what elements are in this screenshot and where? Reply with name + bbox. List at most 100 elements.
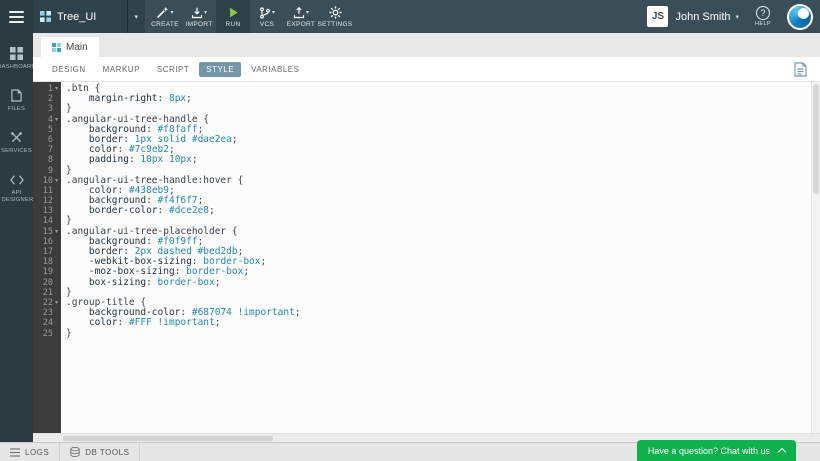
line-number: 23 <box>43 308 53 318</box>
dashboard-grid-icon <box>10 47 23 60</box>
tab-main[interactable]: Main <box>41 37 99 57</box>
code-line: margin-right: 8px; <box>66 94 820 104</box>
fold-marker-icon[interactable]: ▾ <box>53 84 60 94</box>
line-number: 10 <box>43 176 53 186</box>
settings-button[interactable]: SETTINGS <box>318 0 352 33</box>
line-number: 18 <box>43 257 53 267</box>
run-button[interactable]: RUN <box>216 0 250 33</box>
line-number: 15 <box>43 227 53 237</box>
line-number: 17 <box>43 247 53 257</box>
tab-script[interactable]: SCRIPT <box>150 62 196 77</box>
code-line: border: 1px solid #dae2ea; <box>66 135 820 145</box>
db-tools-button[interactable]: DB TOOLS <box>60 443 140 461</box>
tab-variables[interactable]: VARIABLES <box>244 62 306 77</box>
brand-logo[interactable] <box>787 4 813 30</box>
page-tab-strip: Main <box>33 33 820 57</box>
play-icon <box>228 7 239 18</box>
gutter-line: 4▾ <box>33 115 61 125</box>
gutter-line: 5 <box>33 125 61 135</box>
user-name[interactable]: John Smith <box>675 11 730 23</box>
chevron-down-icon: ▾ <box>127 0 138 33</box>
vcs-button[interactable]: ▾ VCS <box>250 0 284 33</box>
create-button[interactable]: ▾ CREATE <box>148 0 182 33</box>
top-bar: Tree_UI ▾ ▾ CREATE ▾ <box>0 0 820 33</box>
chevron-down-icon: ▾ <box>204 9 207 16</box>
code-line: padding: 10px 10px; <box>66 155 820 165</box>
file-icon <box>11 89 22 102</box>
line-number: 9 <box>48 166 53 176</box>
gutter-line: 15▾ <box>33 227 61 237</box>
topbar-menu: ▾ CREATE ▾ IMPORT RUN <box>148 0 352 33</box>
app-window: Tree_UI ▾ ▾ CREATE ▾ <box>0 0 820 461</box>
gutter-line: 21 <box>33 288 61 298</box>
line-number: 6 <box>48 135 53 145</box>
gutter-line: 8 <box>33 155 61 165</box>
gutter-line: 11 <box>33 186 61 196</box>
project-icon <box>40 11 51 22</box>
code-line: } <box>66 329 820 339</box>
upload-icon <box>293 7 305 19</box>
database-icon <box>70 447 80 457</box>
gutter-line: 16 <box>33 237 61 247</box>
gutter-line: 2 <box>33 94 61 104</box>
import-button[interactable]: ▾ IMPORT <box>182 0 216 33</box>
line-number: 13 <box>43 206 53 216</box>
code-line: } <box>66 288 820 298</box>
gutter-line: 13 <box>33 206 61 216</box>
document-icon <box>794 62 807 77</box>
chevron-down-icon: ▾ <box>272 9 275 16</box>
gutter-line: 7 <box>33 145 61 155</box>
line-number: 5 <box>48 125 53 135</box>
horizontal-scrollbar-thumb[interactable] <box>63 436 273 441</box>
sidebar-item-dashboard[interactable]: DASHBOARD <box>0 45 33 73</box>
chevron-up-icon <box>778 448 786 456</box>
main-content: Main DESIGN MARKUP SCRIPT STYLE VARIABLE… <box>33 33 820 442</box>
left-sidebar: DASHBOARD FILES SERVICES API DESIGNER <box>0 33 33 442</box>
wand-icon <box>156 6 169 19</box>
question-mark-icon: ? <box>756 6 770 20</box>
fold-marker-icon[interactable]: ▾ <box>53 115 60 125</box>
line-number: 14 <box>43 216 53 226</box>
logs-button[interactable]: LOGS <box>0 443 60 461</box>
hamburger-menu-button[interactable] <box>0 0 33 33</box>
gutter-line: 25 <box>33 329 61 339</box>
gutter-line: 22▾ <box>33 298 61 308</box>
tab-markup[interactable]: MARKUP <box>96 62 147 77</box>
editor-code-lines[interactable]: .btn { margin-right: 8px;}.angular-ui-tr… <box>61 82 820 442</box>
gutter-line: 10▾ <box>33 176 61 186</box>
page-icon <box>52 43 61 52</box>
fold-marker-icon[interactable]: ▾ <box>53 176 60 186</box>
vertical-scrollbar[interactable] <box>811 82 820 433</box>
fold-marker-icon[interactable]: ▾ <box>53 227 60 237</box>
tab-design[interactable]: DESIGN <box>45 62 93 77</box>
user-avatar[interactable]: JS <box>647 6 668 27</box>
line-number: 8 <box>48 155 53 165</box>
line-number: 20 <box>43 278 53 288</box>
line-number: 21 <box>43 288 53 298</box>
sidebar-item-services[interactable]: SERVICES <box>0 129 33 157</box>
tab-style[interactable]: STYLE <box>199 62 241 77</box>
gutter-line: 6 <box>33 135 61 145</box>
gutter-line: 9 <box>33 166 61 176</box>
gutter-line: 18 <box>33 257 61 267</box>
list-lines-icon <box>10 448 20 457</box>
gutter-line: 12 <box>33 196 61 206</box>
line-number: 22 <box>43 298 53 308</box>
user-menu-chevron-down-icon[interactable]: ▾ <box>736 13 740 21</box>
format-document-button[interactable] <box>794 62 807 77</box>
line-number: 3 <box>48 104 53 114</box>
line-number: 7 <box>48 145 53 155</box>
line-number: 2 <box>48 94 53 104</box>
project-selector[interactable]: Tree_UI ▾ <box>33 0 145 33</box>
branch-icon <box>259 7 271 19</box>
sidebar-item-files[interactable]: FILES <box>0 87 33 115</box>
vertical-scrollbar-thumb[interactable] <box>813 84 819 194</box>
export-button[interactable]: ▾ EXPORT <box>284 0 318 33</box>
sidebar-item-api-designer[interactable]: API DESIGNER <box>0 172 33 206</box>
code-editor[interactable]: 1▾234▾5678910▾1112131415▾16171819202122▾… <box>33 82 820 442</box>
help-button[interactable]: ? HELP <box>755 6 771 27</box>
chat-widget[interactable]: Have a question? Chat with us <box>637 440 796 461</box>
line-number: 16 <box>43 237 53 247</box>
code-line: border-color: #dce2e8; <box>66 206 820 216</box>
fold-marker-icon[interactable]: ▾ <box>53 298 60 308</box>
